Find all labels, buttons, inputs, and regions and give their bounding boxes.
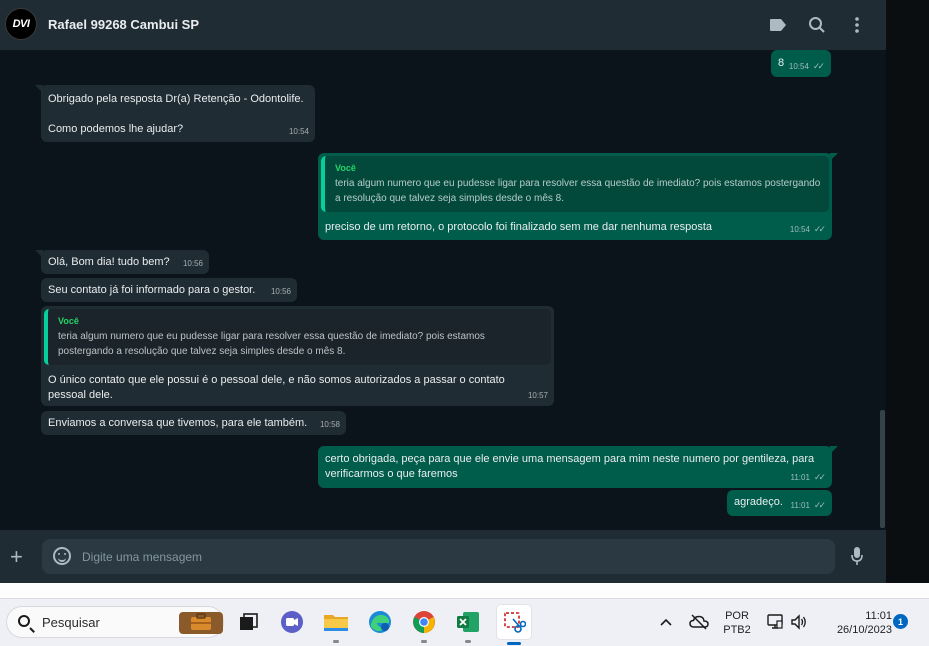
message-meta: 10:56 bbox=[271, 284, 291, 299]
message-time: 10:54 bbox=[788, 62, 809, 71]
message-meta: 10:54 ✓✓ bbox=[789, 59, 825, 74]
excel-icon[interactable] bbox=[453, 607, 483, 643]
language-code: POR bbox=[725, 610, 749, 622]
file-explorer-icon[interactable] bbox=[321, 607, 351, 643]
message-input[interactable] bbox=[82, 539, 822, 574]
message-incoming[interactable]: Seu contato já foi informado para o gest… bbox=[41, 278, 297, 302]
microphone-icon[interactable] bbox=[850, 546, 864, 566]
label-icon[interactable] bbox=[767, 14, 789, 36]
onedrive-offline-icon[interactable] bbox=[686, 607, 712, 637]
quoted-message[interactable]: Você teria algum numero que eu pudesse l… bbox=[321, 156, 829, 212]
bubble-tail bbox=[35, 85, 43, 93]
bubble-tail bbox=[35, 250, 43, 258]
message-text: certo obrigada, peça para que ele envie … bbox=[325, 453, 818, 480]
message-incoming[interactable]: Olá, Bom dia! tudo bem? 10:56 bbox=[35, 250, 209, 274]
active-indicator bbox=[507, 642, 521, 645]
message-meta: 11:01 ✓✓ bbox=[790, 470, 826, 485]
taskbar-search-box[interactable]: Pesquisar bbox=[6, 606, 224, 638]
contact-name[interactable]: Rafael 99268 Cambui SP bbox=[48, 17, 199, 32]
bubble-tail bbox=[830, 446, 838, 454]
window-bottom-edge bbox=[0, 583, 886, 598]
message-time: 10:58 bbox=[319, 420, 340, 429]
message-meta: 10:56 bbox=[183, 256, 203, 271]
taskbar-search-label: Pesquisar bbox=[42, 615, 100, 630]
keyboard-layout: PTB2 bbox=[723, 624, 751, 636]
message-meta: 10:57 bbox=[528, 388, 548, 403]
quote-text: teria algum numero que eu pudesse ligar … bbox=[335, 178, 821, 204]
message-outgoing-reply[interactable]: Você teria algum numero que eu pudesse l… bbox=[318, 153, 838, 240]
message-text: agradeço. bbox=[734, 496, 783, 508]
quote-author: Você bbox=[335, 163, 356, 173]
message-input-box[interactable] bbox=[42, 539, 835, 574]
search-icon[interactable] bbox=[806, 14, 828, 36]
emoji-icon[interactable] bbox=[53, 547, 71, 565]
search-icon bbox=[18, 615, 30, 627]
message-time: 10:54 bbox=[288, 127, 309, 136]
plus-icon[interactable]: + bbox=[10, 546, 23, 568]
message-incoming-reply[interactable]: Você teria algum numero que eu pudesse l… bbox=[41, 306, 554, 406]
message-text: Seu contato já foi informado para o gest… bbox=[48, 284, 256, 296]
clock-time: 11:01 bbox=[865, 610, 892, 622]
snipping-tool-icon[interactable] bbox=[497, 605, 531, 645]
contact-avatar[interactable]: DVI bbox=[5, 8, 37, 40]
running-indicator bbox=[333, 640, 339, 643]
read-ticks-icon: ✓✓ bbox=[813, 472, 826, 482]
chat-messages-area[interactable]: 8 10:54 ✓✓ Obrigado pela resposta Dr(a) R… bbox=[0, 50, 886, 530]
message-text: preciso de um retorno, o protocolo foi f… bbox=[325, 221, 713, 233]
message-text: Obrigado pela resposta Dr(a) Retenção - … bbox=[48, 93, 304, 135]
message-text: Olá, Bom dia! tudo bem? bbox=[48, 256, 170, 268]
clock-date: 26/10/2023 bbox=[836, 624, 892, 636]
display-projection-icon[interactable] bbox=[764, 607, 786, 637]
message-time: 10:56 bbox=[182, 259, 203, 268]
task-view-icon[interactable] bbox=[233, 607, 263, 637]
screen: DVI Rafael 99268 Cambui SP 8 10:54 ✓✓ Obr… bbox=[0, 0, 929, 646]
message-text: Enviamos a conversa que tivemos, para el… bbox=[48, 417, 308, 429]
chat-scrollbar[interactable] bbox=[880, 410, 885, 528]
widgets-briefcase-icon[interactable] bbox=[179, 612, 223, 634]
running-indicator bbox=[465, 640, 471, 643]
avatar-logo-text: DVI bbox=[12, 18, 30, 30]
message-meta: 10:54 bbox=[289, 124, 309, 139]
message-outgoing[interactable]: agradeço. 11:01 ✓✓ bbox=[727, 490, 832, 516]
message-meta: 10:54 ✓✓ bbox=[790, 222, 826, 237]
desktop-background bbox=[886, 0, 929, 598]
chrome-icon[interactable] bbox=[409, 607, 439, 643]
message-incoming[interactable]: Obrigado pela resposta Dr(a) Retenção - … bbox=[35, 85, 315, 142]
edge-icon[interactable] bbox=[365, 607, 395, 637]
language-indicator[interactable]: POR PTB2 bbox=[718, 609, 756, 637]
teams-icon[interactable] bbox=[277, 607, 307, 637]
menu-dots-icon[interactable] bbox=[846, 14, 868, 36]
message-time: 11:01 bbox=[790, 473, 810, 482]
chevron-up-icon[interactable] bbox=[654, 607, 678, 637]
quote-text: teria algum numero que eu pudesse ligar … bbox=[58, 331, 485, 357]
message-time: 10:57 bbox=[527, 391, 548, 400]
notification-badge[interactable]: 1 bbox=[893, 614, 908, 629]
message-text: O único contato que ele possui é o pesso… bbox=[48, 374, 508, 401]
message-meta: 11:01 ✓✓ bbox=[790, 498, 826, 513]
message-time: 11:01 bbox=[790, 501, 810, 510]
read-ticks-icon: ✓✓ bbox=[813, 500, 826, 510]
quote-author: Você bbox=[58, 316, 79, 326]
bubble-tail bbox=[830, 153, 838, 161]
message-outgoing[interactable]: 8 10:54 ✓✓ bbox=[771, 50, 831, 77]
message-meta: 10:58 bbox=[320, 417, 340, 432]
message-time: 10:54 bbox=[789, 225, 810, 234]
message-incoming[interactable]: Enviamos a conversa que tivemos, para el… bbox=[41, 411, 346, 435]
clock[interactable]: 11:01 26/10/2023 bbox=[816, 609, 892, 637]
quoted-message[interactable]: Você teria algum numero que eu pudesse l… bbox=[44, 309, 551, 365]
desktop-edge bbox=[886, 583, 929, 598]
message-time: 10:56 bbox=[270, 287, 291, 296]
windows-taskbar: Pesquisar POR PTB2 11:01 26/10/2023 1 bbox=[0, 598, 929, 646]
running-indicator bbox=[421, 640, 427, 643]
message-outgoing[interactable]: certo obrigada, peça para que ele envie … bbox=[318, 446, 838, 488]
message-composer: + bbox=[0, 530, 886, 583]
read-ticks-icon: ✓✓ bbox=[813, 224, 826, 234]
chat-header: DVI Rafael 99268 Cambui SP bbox=[0, 0, 886, 50]
message-text: 8 bbox=[778, 57, 785, 69]
volume-icon[interactable] bbox=[788, 607, 810, 637]
read-ticks-icon: ✓✓ bbox=[812, 61, 825, 71]
